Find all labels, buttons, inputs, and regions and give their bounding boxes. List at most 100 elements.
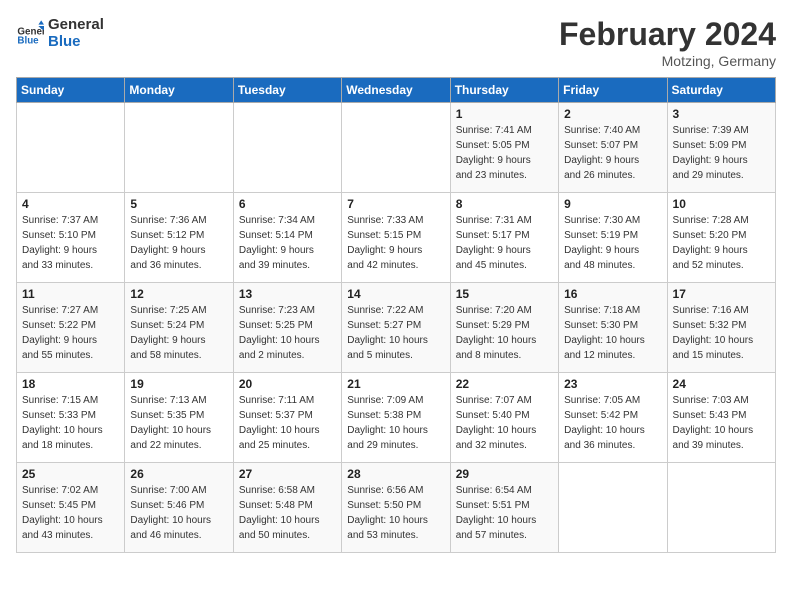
calendar-cell: 20Sunrise: 7:11 AM Sunset: 5:37 PM Dayli… <box>233 373 341 463</box>
day-number: 2 <box>564 107 661 121</box>
calendar-cell <box>342 103 450 193</box>
day-info: Sunrise: 7:27 AM Sunset: 5:22 PM Dayligh… <box>22 303 119 363</box>
calendar-cell: 14 Sunrise: 7:22 AM Sunset: 5:27 PM Dayli… <box>342 283 450 373</box>
day-info: Sunrise: 7:18 AM Sunset: 5:30 PM Dayligh… <box>564 303 661 363</box>
calendar-cell: 16 Sunrise: 7:18 AM Sunset: 5:30 PM Dayli… <box>559 283 667 373</box>
day-number: 23 <box>564 377 661 391</box>
day-info: Sunrise: 7:23 AM Sunset: 5:25 PM Dayligh… <box>239 303 336 363</box>
calendar-table: SundayMondayTuesdayWednesdayThursdayFrid… <box>16 77 776 553</box>
day-info: Sunrise: 7:13 AM Sunset: 5:35 PM Dayligh… <box>130 393 227 453</box>
day-info: Sunrise: 6:58 AM Sunset: 5:48 PM Dayligh… <box>239 483 336 543</box>
calendar-cell <box>125 103 233 193</box>
day-info: Sunrise: 7:11 AM Sunset: 5:37 PM Dayligh… <box>239 393 336 453</box>
day-info: Sunrise: 7:41 AM Sunset: 5:05 PM Dayligh… <box>456 123 553 183</box>
day-number: 15 <box>456 287 553 301</box>
calendar-cell: 24 Sunrise: 7:03 AM Sunset: 5:43 PM Dayli… <box>667 373 775 463</box>
day-number: 21 <box>347 377 444 391</box>
dow-header-tuesday: Tuesday <box>233 78 341 103</box>
calendar-cell: 26 Sunrise: 7:00 AM Sunset: 5:46 PM Dayli… <box>125 463 233 553</box>
day-info: Sunrise: 6:54 AM Sunset: 5:51 PM Dayligh… <box>456 483 553 543</box>
day-number: 24 <box>673 377 770 391</box>
logo-icon: General Blue <box>16 19 44 47</box>
logo-text-general: General <box>48 16 104 33</box>
day-number: 13 <box>239 287 336 301</box>
calendar-cell: 10 Sunrise: 7:28 AM Sunset: 5:20 PM Dayli… <box>667 193 775 283</box>
day-info: Sunrise: 7:20 AM Sunset: 5:29 PM Dayligh… <box>456 303 553 363</box>
day-number: 9 <box>564 197 661 211</box>
calendar-cell: 29Sunrise: 6:54 AM Sunset: 5:51 PM Dayli… <box>450 463 558 553</box>
day-info: Sunrise: 7:15 AM Sunset: 5:33 PM Dayligh… <box>22 393 119 453</box>
day-info: Sunrise: 7:25 AM Sunset: 5:24 PM Dayligh… <box>130 303 227 363</box>
day-info: Sunrise: 7:16 AM Sunset: 5:32 PM Dayligh… <box>673 303 770 363</box>
day-number: 4 <box>22 197 119 211</box>
day-number: 1 <box>456 107 553 121</box>
dow-header-monday: Monday <box>125 78 233 103</box>
calendar-cell: 9 Sunrise: 7:30 AM Sunset: 5:19 PM Daylig… <box>559 193 667 283</box>
day-number: 7 <box>347 197 444 211</box>
logo-text-blue: Blue <box>48 33 104 50</box>
dow-header-thursday: Thursday <box>450 78 558 103</box>
calendar-cell: 3Sunrise: 7:39 AM Sunset: 5:09 PM Daylig… <box>667 103 775 193</box>
calendar-cell: 28 Sunrise: 6:56 AM Sunset: 5:50 PM Dayli… <box>342 463 450 553</box>
calendar-cell: 21Sunrise: 7:09 AM Sunset: 5:38 PM Dayli… <box>342 373 450 463</box>
day-info: Sunrise: 7:39 AM Sunset: 5:09 PM Dayligh… <box>673 123 770 183</box>
day-info: Sunrise: 7:00 AM Sunset: 5:46 PM Dayligh… <box>130 483 227 543</box>
calendar-cell: 5Sunrise: 7:36 AM Sunset: 5:12 PM Daylig… <box>125 193 233 283</box>
day-number: 12 <box>130 287 227 301</box>
day-info: Sunrise: 7:05 AM Sunset: 5:42 PM Dayligh… <box>564 393 661 453</box>
dow-header-saturday: Saturday <box>667 78 775 103</box>
calendar-cell: 19Sunrise: 7:13 AM Sunset: 5:35 PM Dayli… <box>125 373 233 463</box>
calendar-cell: 22 Sunrise: 7:07 AM Sunset: 5:40 PM Dayli… <box>450 373 558 463</box>
calendar-cell: 4 Sunrise: 7:37 AM Sunset: 5:10 PM Daylig… <box>17 193 125 283</box>
day-info: Sunrise: 7:30 AM Sunset: 5:19 PM Dayligh… <box>564 213 661 273</box>
day-info: Sunrise: 7:07 AM Sunset: 5:40 PM Dayligh… <box>456 393 553 453</box>
logo: General Blue General Blue <box>16 16 104 50</box>
day-number: 10 <box>673 197 770 211</box>
location-subtitle: Motzing, Germany <box>559 53 776 69</box>
day-number: 25 <box>22 467 119 481</box>
calendar-cell: 11 Sunrise: 7:27 AM Sunset: 5:22 PM Dayli… <box>17 283 125 373</box>
week-row-2: 4 Sunrise: 7:37 AM Sunset: 5:10 PM Daylig… <box>17 193 776 283</box>
week-row-5: 25Sunrise: 7:02 AM Sunset: 5:45 PM Dayli… <box>17 463 776 553</box>
svg-text:Blue: Blue <box>17 36 39 47</box>
calendar-cell: 18Sunrise: 7:15 AM Sunset: 5:33 PM Dayli… <box>17 373 125 463</box>
calendar-cell: 8Sunrise: 7:31 AM Sunset: 5:17 PM Daylig… <box>450 193 558 283</box>
day-number: 16 <box>564 287 661 301</box>
calendar-cell: 1 Sunrise: 7:41 AM Sunset: 5:05 PM Daylig… <box>450 103 558 193</box>
day-number: 26 <box>130 467 227 481</box>
calendar-cell <box>559 463 667 553</box>
calendar-cell <box>667 463 775 553</box>
calendar-cell: 27Sunrise: 6:58 AM Sunset: 5:48 PM Dayli… <box>233 463 341 553</box>
calendar-cell: 12 Sunrise: 7:25 AM Sunset: 5:24 PM Dayli… <box>125 283 233 373</box>
day-number: 14 <box>347 287 444 301</box>
calendar-cell: 15 Sunrise: 7:20 AM Sunset: 5:29 PM Dayli… <box>450 283 558 373</box>
calendar-body: 1 Sunrise: 7:41 AM Sunset: 5:05 PM Daylig… <box>17 103 776 553</box>
calendar-cell: 13 Sunrise: 7:23 AM Sunset: 5:25 PM Dayli… <box>233 283 341 373</box>
day-info: Sunrise: 7:37 AM Sunset: 5:10 PM Dayligh… <box>22 213 119 273</box>
day-info: Sunrise: 7:31 AM Sunset: 5:17 PM Dayligh… <box>456 213 553 273</box>
title-block: February 2024 Motzing, Germany <box>559 16 776 69</box>
day-of-week-row: SundayMondayTuesdayWednesdayThursdayFrid… <box>17 78 776 103</box>
dow-header-friday: Friday <box>559 78 667 103</box>
day-number: 5 <box>130 197 227 211</box>
calendar-cell: 25Sunrise: 7:02 AM Sunset: 5:45 PM Dayli… <box>17 463 125 553</box>
calendar-cell: 17Sunrise: 7:16 AM Sunset: 5:32 PM Dayli… <box>667 283 775 373</box>
day-info: Sunrise: 6:56 AM Sunset: 5:50 PM Dayligh… <box>347 483 444 543</box>
day-number: 11 <box>22 287 119 301</box>
calendar-cell: 7 Sunrise: 7:33 AM Sunset: 5:15 PM Daylig… <box>342 193 450 283</box>
day-info: Sunrise: 7:33 AM Sunset: 5:15 PM Dayligh… <box>347 213 444 273</box>
dow-header-sunday: Sunday <box>17 78 125 103</box>
day-info: Sunrise: 7:40 AM Sunset: 5:07 PM Dayligh… <box>564 123 661 183</box>
calendar-cell <box>17 103 125 193</box>
day-info: Sunrise: 7:03 AM Sunset: 5:43 PM Dayligh… <box>673 393 770 453</box>
week-row-1: 1 Sunrise: 7:41 AM Sunset: 5:05 PM Daylig… <box>17 103 776 193</box>
week-row-3: 11 Sunrise: 7:27 AM Sunset: 5:22 PM Dayli… <box>17 283 776 373</box>
calendar-cell: 2 Sunrise: 7:40 AM Sunset: 5:07 PM Daylig… <box>559 103 667 193</box>
day-number: 22 <box>456 377 553 391</box>
day-number: 28 <box>347 467 444 481</box>
day-info: Sunrise: 7:28 AM Sunset: 5:20 PM Dayligh… <box>673 213 770 273</box>
calendar-cell: 6Sunrise: 7:34 AM Sunset: 5:14 PM Daylig… <box>233 193 341 283</box>
calendar-cell: 23 Sunrise: 7:05 AM Sunset: 5:42 PM Dayli… <box>559 373 667 463</box>
day-info: Sunrise: 7:22 AM Sunset: 5:27 PM Dayligh… <box>347 303 444 363</box>
month-title: February 2024 <box>559 16 776 53</box>
